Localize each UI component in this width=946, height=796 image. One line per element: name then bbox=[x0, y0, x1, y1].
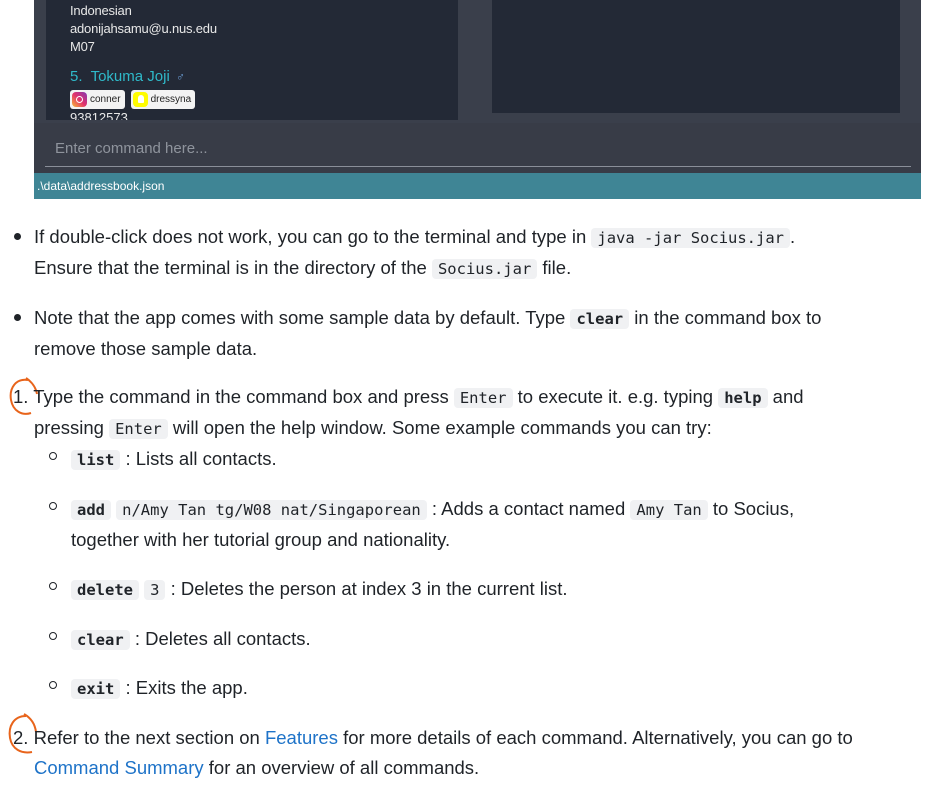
text: and bbox=[772, 386, 804, 407]
text: will open the help window. Some example … bbox=[172, 417, 712, 438]
code-enter-key: Enter bbox=[453, 388, 513, 408]
code-delete: delete bbox=[71, 580, 139, 600]
step-number: 1. bbox=[13, 386, 29, 407]
bullet-2-line-1: Note that the app comes with some sample… bbox=[34, 302, 821, 335]
person-name-text: Tokuma Joji bbox=[90, 68, 170, 85]
card-nationality: Indonesian bbox=[70, 3, 132, 18]
text: : Adds a contact named bbox=[431, 498, 626, 519]
code-java-command: java -jar Socius.jar bbox=[591, 228, 791, 248]
text: : Exits the app. bbox=[125, 677, 248, 698]
result-display-panel bbox=[492, 0, 900, 113]
tag-label: conner bbox=[90, 94, 121, 105]
text: remove those sample data. bbox=[34, 338, 258, 359]
text: : Deletes all contacts. bbox=[134, 628, 311, 649]
bullet-1-line-2: Ensure that the terminal is in the direc… bbox=[34, 252, 571, 285]
text: : Lists all contacts. bbox=[125, 448, 277, 469]
bullet-1-line-1: If double-click does not work, you can g… bbox=[34, 221, 795, 254]
code-add-args: n/Amy Tan tg/W08 nat/Singaporean bbox=[116, 500, 427, 520]
text: file. bbox=[542, 257, 572, 278]
text: pressing bbox=[34, 417, 104, 438]
card-email: adonijahsamu@u.nus.edu bbox=[70, 21, 217, 36]
text: : Deletes the person at index 3 in the c… bbox=[170, 578, 568, 599]
card-phone: 93812573 bbox=[70, 110, 128, 120]
bullet-dot bbox=[14, 314, 21, 321]
command-input[interactable]: Enter command here... bbox=[45, 129, 911, 167]
code-clear: clear bbox=[570, 309, 630, 329]
text: . bbox=[790, 226, 796, 247]
text: Ensure that the terminal is in the direc… bbox=[34, 257, 427, 278]
tag-snapchat: dressyna bbox=[130, 90, 196, 109]
bullet-2-line-2: remove those sample data. bbox=[34, 333, 257, 364]
text: If double-click does not work, you can g… bbox=[34, 226, 587, 247]
text: to execute it. e.g. typing bbox=[517, 386, 714, 407]
male-sign-icon: ♂ bbox=[175, 70, 185, 84]
sub-bullet bbox=[49, 582, 57, 590]
step-1-line-1: 1. Type the command in the command box a… bbox=[13, 381, 804, 414]
tag-list: conner dressyna bbox=[70, 90, 196, 109]
code-exit: exit bbox=[71, 679, 121, 699]
link-command-summary[interactable]: Command Summary bbox=[34, 757, 204, 778]
step-2-line-1: 2. Refer to the next section on Features… bbox=[13, 722, 853, 753]
code-jar-name: Socius.jar bbox=[431, 259, 538, 279]
person-index: 5. bbox=[70, 68, 83, 85]
text: Refer to the next section on bbox=[33, 727, 260, 748]
code-list: list bbox=[71, 450, 121, 470]
text: together with her tutorial group and nat… bbox=[71, 529, 451, 550]
example-clear: clear : Deletes all contacts. bbox=[71, 623, 311, 656]
app-screenshot: Indonesian adonijahsamu@u.nus.edu M07 5.… bbox=[34, 0, 921, 199]
example-list: list : Lists all contacts. bbox=[71, 443, 277, 476]
step-2-line-2: Command Summary for an overview of all c… bbox=[34, 752, 479, 783]
person-list-panel[interactable]: Indonesian adonijahsamu@u.nus.edu M07 5.… bbox=[46, 0, 458, 120]
text: Type the command in the command box and … bbox=[33, 386, 449, 407]
code-enter-key: Enter bbox=[109, 419, 168, 439]
example-add-line-2: together with her tutorial group and nat… bbox=[71, 524, 450, 555]
code-amy-tan: Amy Tan bbox=[630, 500, 708, 520]
example-exit: exit : Exits the app. bbox=[71, 672, 248, 705]
status-bar: .\data\addressbook.json bbox=[34, 173, 921, 199]
text: in the command box to bbox=[634, 307, 822, 328]
text: Note that the app comes with some sample… bbox=[34, 307, 566, 328]
text: to Socius, bbox=[712, 498, 795, 519]
code-delete-arg: 3 bbox=[144, 580, 166, 600]
sub-bullet bbox=[49, 681, 57, 689]
app-main-area: Indonesian adonijahsamu@u.nus.edu M07 5.… bbox=[34, 0, 921, 123]
snapchat-icon bbox=[132, 92, 148, 107]
code-add: add bbox=[71, 500, 111, 520]
step-number: 2. bbox=[13, 727, 29, 748]
panel-divider bbox=[458, 0, 491, 123]
tag-label: dressyna bbox=[150, 94, 192, 105]
instagram-icon bbox=[72, 92, 87, 107]
person-name: 5. Tokuma Joji ♂ bbox=[70, 68, 185, 85]
example-delete: delete 3 : Deletes the person at index 3… bbox=[71, 573, 568, 606]
bullet-dot bbox=[14, 233, 21, 240]
link-features[interactable]: Features bbox=[265, 727, 338, 748]
tag-instagram: conner bbox=[70, 90, 125, 109]
sub-bullet bbox=[49, 632, 57, 640]
code-help: help bbox=[718, 388, 768, 408]
sub-bullet bbox=[49, 502, 57, 510]
command-placeholder: Enter command here... bbox=[55, 140, 208, 157]
card-tutorial-group: M07 bbox=[70, 39, 95, 54]
step-1-line-2: pressing Enter will open the help window… bbox=[34, 412, 712, 445]
text: for more details of each command. Altern… bbox=[343, 727, 853, 748]
text: for an overview of all commands. bbox=[208, 757, 480, 778]
sub-bullet bbox=[49, 452, 57, 460]
example-add-line-1: add n/Amy Tan tg/W08 nat/Singaporean : A… bbox=[71, 493, 794, 526]
code-clear: clear bbox=[71, 630, 130, 650]
